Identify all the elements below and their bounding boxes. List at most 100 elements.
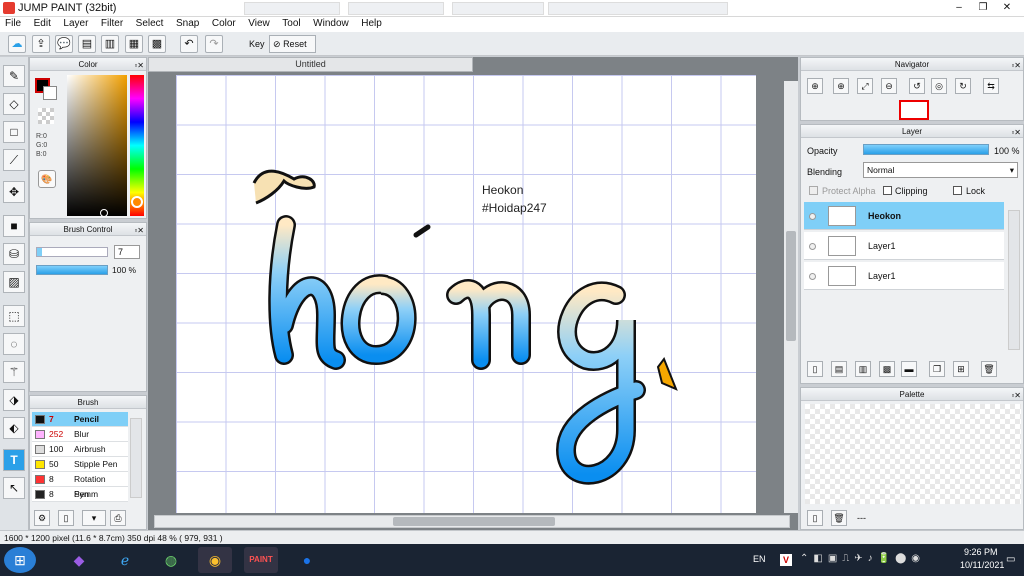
- brush-item-pencil[interactable]: 7 Pencil: [32, 412, 128, 427]
- text-tool-icon[interactable]: T: [3, 449, 25, 471]
- gradient-tool-icon[interactable]: ▨: [3, 271, 25, 293]
- cloud-icon[interactable]: ☁: [8, 35, 26, 53]
- layer-visibility-icon[interactable]: [809, 213, 816, 220]
- vertical-scroll-thumb[interactable]: [786, 231, 796, 341]
- select-pen-tool-icon[interactable]: ⬗: [3, 389, 25, 411]
- panel-float-icon[interactable]: ▫✕: [134, 59, 144, 72]
- visual-studio-icon[interactable]: ◆: [62, 547, 96, 573]
- lock-checkbox[interactable]: [953, 186, 962, 195]
- brush-opacity-slider[interactable]: [36, 265, 108, 275]
- language-indicator[interactable]: EN: [753, 554, 766, 564]
- menu-layer[interactable]: Layer: [58, 17, 93, 30]
- brush-item-airbrush[interactable]: 100 Airbrush: [32, 442, 128, 457]
- brush-list-scrollbar[interactable]: [130, 418, 142, 498]
- layer-list-scrollbar[interactable]: [1008, 210, 1020, 350]
- redo-icon[interactable]: ↷: [205, 35, 223, 53]
- zoom-in-icon[interactable]: ⊕: [807, 78, 823, 94]
- menu-filter[interactable]: Filter: [96, 17, 128, 30]
- new-layer-icon[interactable]: ▯: [807, 361, 823, 377]
- zoom-in-alt-icon[interactable]: ⊕: [833, 78, 849, 94]
- clipping-checkbox[interactable]: [883, 186, 892, 195]
- select-rect-tool-icon[interactable]: ⬚: [3, 305, 25, 327]
- menu-file[interactable]: File: [0, 17, 26, 30]
- layer-visibility-icon[interactable]: [809, 273, 816, 280]
- secondary-color-swatch[interactable]: [43, 86, 57, 100]
- menu-snap[interactable]: Snap: [171, 17, 204, 30]
- start-button[interactable]: ⊞: [4, 547, 36, 573]
- brush-tool-icon[interactable]: ✎: [3, 65, 25, 87]
- brush-size-slider[interactable]: [36, 247, 108, 257]
- delete-layer-icon[interactable]: 🗑: [981, 361, 997, 377]
- palette-swatches[interactable]: [805, 404, 1021, 504]
- tray-icons[interactable]: ⌃◧▣⎍✈♪🔋⬤◉: [800, 553, 925, 564]
- line-tool-icon[interactable]: ⟋: [3, 149, 25, 171]
- new-raster-layer-icon[interactable]: ▤: [831, 361, 847, 377]
- brush-item-rotation-symmetry[interactable]: 8 Rotation Symm: [32, 472, 128, 499]
- layer-visibility-icon[interactable]: [809, 243, 816, 250]
- layer-row-layer1-base[interactable]: Layer1: [804, 262, 1004, 290]
- brush-size-input[interactable]: 7: [114, 245, 140, 259]
- panel-float-icon[interactable]: ▫✕: [134, 224, 144, 237]
- minimize-button[interactable]: –: [948, 1, 970, 15]
- menu-window[interactable]: Window: [308, 17, 354, 30]
- canvas-vertical-scrollbar[interactable]: [784, 81, 798, 513]
- reset-button[interactable]: ⊘ Reset: [269, 35, 316, 53]
- chrome-icon[interactable]: ◉: [198, 547, 232, 573]
- menu-color[interactable]: Color: [207, 17, 241, 30]
- navigator-preview[interactable]: [899, 100, 929, 120]
- layer-row-layer1[interactable]: Layer1: [804, 232, 1004, 260]
- merge-layer-icon[interactable]: ⊞: [953, 361, 969, 377]
- jump-paint-taskbar-icon[interactable]: PAINT: [244, 547, 278, 573]
- magic-wand-tool-icon[interactable]: ⚚: [3, 361, 25, 383]
- vietkey-icon[interactable]: V: [780, 554, 792, 566]
- menu-help[interactable]: Help: [356, 17, 387, 30]
- new-folder-icon[interactable]: ▬: [901, 361, 917, 377]
- protect-alpha-checkbox[interactable]: [809, 186, 818, 195]
- menu-select[interactable]: Select: [131, 17, 169, 30]
- layer-row-heokon[interactable]: Heokon: [804, 202, 1004, 230]
- panel-float-icon[interactable]: ▫✕: [1011, 126, 1021, 139]
- brush-item-blur[interactable]: 252 Blur: [32, 427, 128, 442]
- layout-icon[interactable]: ▩: [148, 35, 166, 53]
- transparent-color-icon[interactable]: [38, 108, 54, 124]
- palette-new-icon[interactable]: ▯: [807, 510, 823, 526]
- brush-item-pen[interactable]: 8 Pen: [32, 487, 128, 502]
- document-tab[interactable]: Untitled: [148, 57, 473, 72]
- new-screentone-layer-icon[interactable]: ▩: [879, 361, 895, 377]
- fill-rect-tool-icon[interactable]: ■: [3, 215, 25, 237]
- palette-delete-icon[interactable]: 🗑: [831, 510, 847, 526]
- rotate-left-icon[interactable]: ↺: [909, 78, 925, 94]
- utorrent-icon[interactable]: ◍: [154, 547, 188, 573]
- zoom-out-icon[interactable]: ⊖: [881, 78, 897, 94]
- chat-icon[interactable]: ▤: [78, 35, 96, 53]
- brush-item-stipple-pen[interactable]: 50 Stipple Pen: [32, 457, 128, 472]
- brush-new-icon[interactable]: ▯: [58, 510, 74, 526]
- palette-picker-icon[interactable]: 🎨: [38, 170, 56, 188]
- lasso-tool-icon[interactable]: ◌: [3, 333, 25, 355]
- fit-view-icon[interactable]: ⤢: [857, 78, 873, 94]
- brush-settings-icon[interactable]: ⎙: [110, 510, 126, 526]
- layer-opacity-slider[interactable]: [863, 144, 989, 155]
- panel-float-icon[interactable]: ▫✕: [1011, 389, 1021, 402]
- flip-icon[interactable]: ⇆: [983, 78, 999, 94]
- rotate-right-icon[interactable]: ↻: [955, 78, 971, 94]
- hue-slider[interactable]: [130, 75, 144, 216]
- blending-select[interactable]: Normal ▾: [863, 162, 1018, 178]
- zalo-icon[interactable]: ●: [290, 547, 324, 573]
- grid-icon[interactable]: ▦: [125, 35, 143, 53]
- horizontal-scroll-thumb[interactable]: [393, 517, 555, 526]
- menu-edit[interactable]: Edit: [29, 17, 56, 30]
- canvas-horizontal-scrollbar[interactable]: [154, 515, 790, 528]
- saturation-value-picker[interactable]: [67, 75, 127, 216]
- menu-tool[interactable]: Tool: [277, 17, 305, 30]
- new-layer-1bit-icon[interactable]: ▥: [855, 361, 871, 377]
- menu-view[interactable]: View: [243, 17, 275, 30]
- eraser-tool-icon[interactable]: ◇: [3, 93, 25, 115]
- comment-icon[interactable]: 💬: [55, 35, 73, 53]
- color-picker-cursor[interactable]: [100, 209, 108, 217]
- brush-add-icon[interactable]: ⚙: [34, 510, 50, 526]
- document-icon[interactable]: ▥: [101, 35, 119, 53]
- notification-icon[interactable]: ▭: [1006, 554, 1015, 565]
- operation-tool-icon[interactable]: ↖: [3, 477, 25, 499]
- upload-icon[interactable]: ⇪: [32, 35, 50, 53]
